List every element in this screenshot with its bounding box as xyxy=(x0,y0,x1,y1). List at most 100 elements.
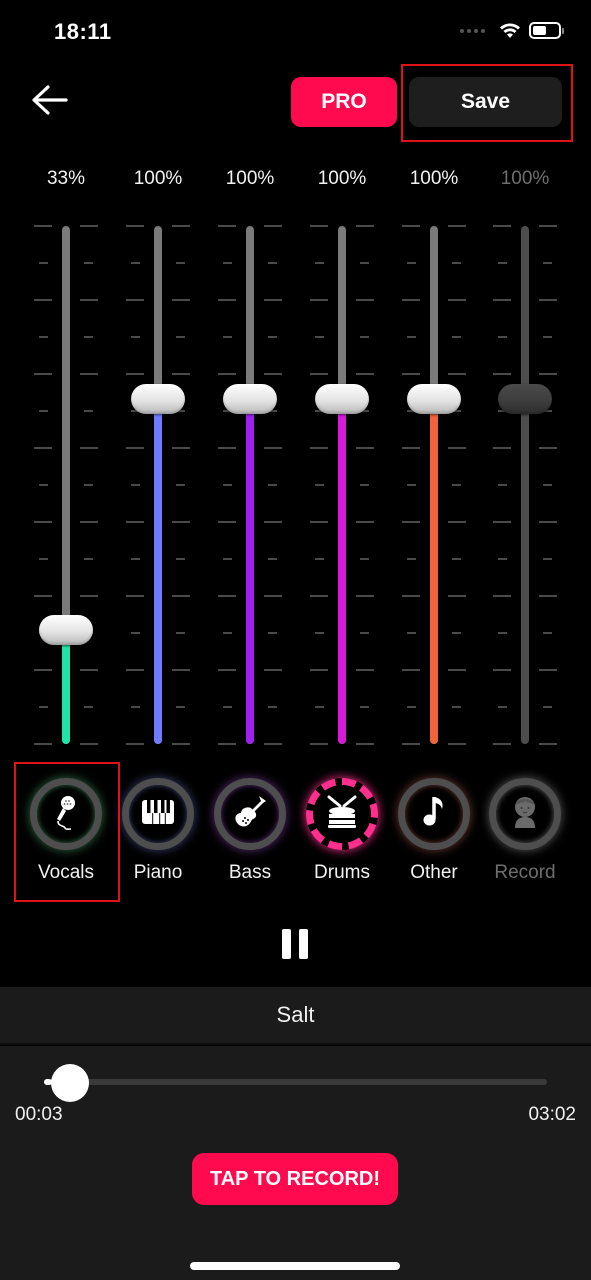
stem-button-piano[interactable]: Piano xyxy=(112,776,204,892)
scale-tick xyxy=(80,669,98,671)
seek-thumb[interactable] xyxy=(51,1064,90,1102)
back-button[interactable] xyxy=(28,82,72,118)
volume-slider-thumb-record[interactable] xyxy=(498,383,552,414)
seek-bar[interactable] xyxy=(44,1079,547,1085)
scale-tick xyxy=(218,669,236,671)
scale-tick xyxy=(360,484,369,486)
scale-tick xyxy=(360,262,369,264)
scale-tick xyxy=(176,262,185,264)
stem-button-drums[interactable]: Drums xyxy=(296,776,388,892)
volume-slider-thumb-drums[interactable] xyxy=(315,383,369,414)
scale-tick xyxy=(402,447,420,449)
scale-tick xyxy=(80,595,98,597)
scale-tick xyxy=(402,225,420,227)
scale-tick xyxy=(218,225,236,227)
scale-tick xyxy=(218,447,236,449)
status-bar: 18:11 xyxy=(0,0,591,64)
scale-tick xyxy=(39,484,48,486)
volume-slider-vocals[interactable] xyxy=(62,226,70,744)
scale-tick xyxy=(310,743,328,745)
scale-tick xyxy=(315,484,324,486)
scale-tick xyxy=(360,336,369,338)
volume-slider-thumb-other[interactable] xyxy=(407,383,461,414)
scale-tick xyxy=(315,558,324,560)
scale-tick xyxy=(172,225,190,227)
scale-tick xyxy=(268,632,277,634)
scale-tick xyxy=(223,632,232,634)
volume-slider-thumb-bass[interactable] xyxy=(223,383,277,414)
scale-tick xyxy=(543,558,552,560)
pause-button[interactable] xyxy=(282,929,308,961)
scale-tick xyxy=(218,743,236,745)
scale-tick xyxy=(356,447,374,449)
scale-tick xyxy=(493,521,511,523)
stem-ring xyxy=(398,778,470,850)
scale-tick xyxy=(131,706,140,708)
scale-tick xyxy=(80,743,98,745)
scale-tick xyxy=(310,521,328,523)
stem-button-bass[interactable]: Bass xyxy=(204,776,296,892)
scale-tick xyxy=(176,706,185,708)
scale-tick xyxy=(448,743,466,745)
scale-tick xyxy=(131,484,140,486)
scale-tick xyxy=(448,299,466,301)
scale-tick xyxy=(223,484,232,486)
scale-tick xyxy=(264,521,282,523)
scale-tick xyxy=(543,484,552,486)
volume-slider-other[interactable] xyxy=(430,226,438,744)
player-panel: 00:03 03:02 TAP TO RECORD! xyxy=(0,1046,591,1280)
scale-tick xyxy=(264,447,282,449)
volume-slider-record[interactable] xyxy=(521,226,529,744)
scale-tick xyxy=(172,373,190,375)
scale-tick xyxy=(407,336,416,338)
save-button[interactable]: Save xyxy=(409,77,562,127)
scale-tick xyxy=(34,447,52,449)
scale-tick xyxy=(448,521,466,523)
pro-button[interactable]: PRO xyxy=(291,77,397,127)
scale-tick xyxy=(360,706,369,708)
scale-tick xyxy=(452,262,461,264)
drum-icon xyxy=(322,792,362,837)
stem-button-vocals[interactable]: Vocals xyxy=(20,776,112,892)
scale-tick xyxy=(126,447,144,449)
stem-label: Other xyxy=(410,862,458,883)
scale-tick xyxy=(539,595,557,597)
scale-tick xyxy=(34,373,52,375)
scale-tick xyxy=(268,484,277,486)
user-avatar-icon xyxy=(505,792,545,837)
scale-tick xyxy=(264,225,282,227)
scale-tick xyxy=(264,299,282,301)
scale-tick xyxy=(172,669,190,671)
stem-button-other[interactable]: Other xyxy=(388,776,480,892)
scale-tick xyxy=(498,558,507,560)
volume-slider-drums[interactable] xyxy=(338,226,346,744)
scale-tick xyxy=(315,336,324,338)
song-title: Salt xyxy=(0,987,591,1045)
tap-to-record-button[interactable]: TAP TO RECORD! xyxy=(192,1153,398,1205)
scale-tick xyxy=(539,521,557,523)
volume-slider-thumb-piano[interactable] xyxy=(131,383,185,414)
electric-guitar-icon xyxy=(230,792,270,837)
total-time: 03:02 xyxy=(528,1104,576,1125)
scale-tick xyxy=(34,669,52,671)
scale-tick xyxy=(315,262,324,264)
volume-level-fill xyxy=(62,630,70,744)
scale-tick xyxy=(84,262,93,264)
scale-tick xyxy=(498,262,507,264)
status-indicators xyxy=(460,22,564,39)
volume-slider-bass[interactable] xyxy=(246,226,254,744)
volume-slider-piano[interactable] xyxy=(154,226,162,744)
home-indicator xyxy=(190,1262,400,1270)
scale-tick xyxy=(223,558,232,560)
scale-tick xyxy=(34,743,52,745)
scale-tick xyxy=(407,632,416,634)
scale-tick xyxy=(310,299,328,301)
scale-tick xyxy=(264,373,282,375)
scale-tick xyxy=(126,299,144,301)
volume-slider-thumb-vocals[interactable] xyxy=(39,615,93,646)
stem-button-record[interactable]: Record xyxy=(479,776,571,892)
stem-ring xyxy=(122,778,194,850)
scale-tick xyxy=(493,595,511,597)
volume-level-fill xyxy=(430,398,438,744)
scale-tick xyxy=(452,558,461,560)
